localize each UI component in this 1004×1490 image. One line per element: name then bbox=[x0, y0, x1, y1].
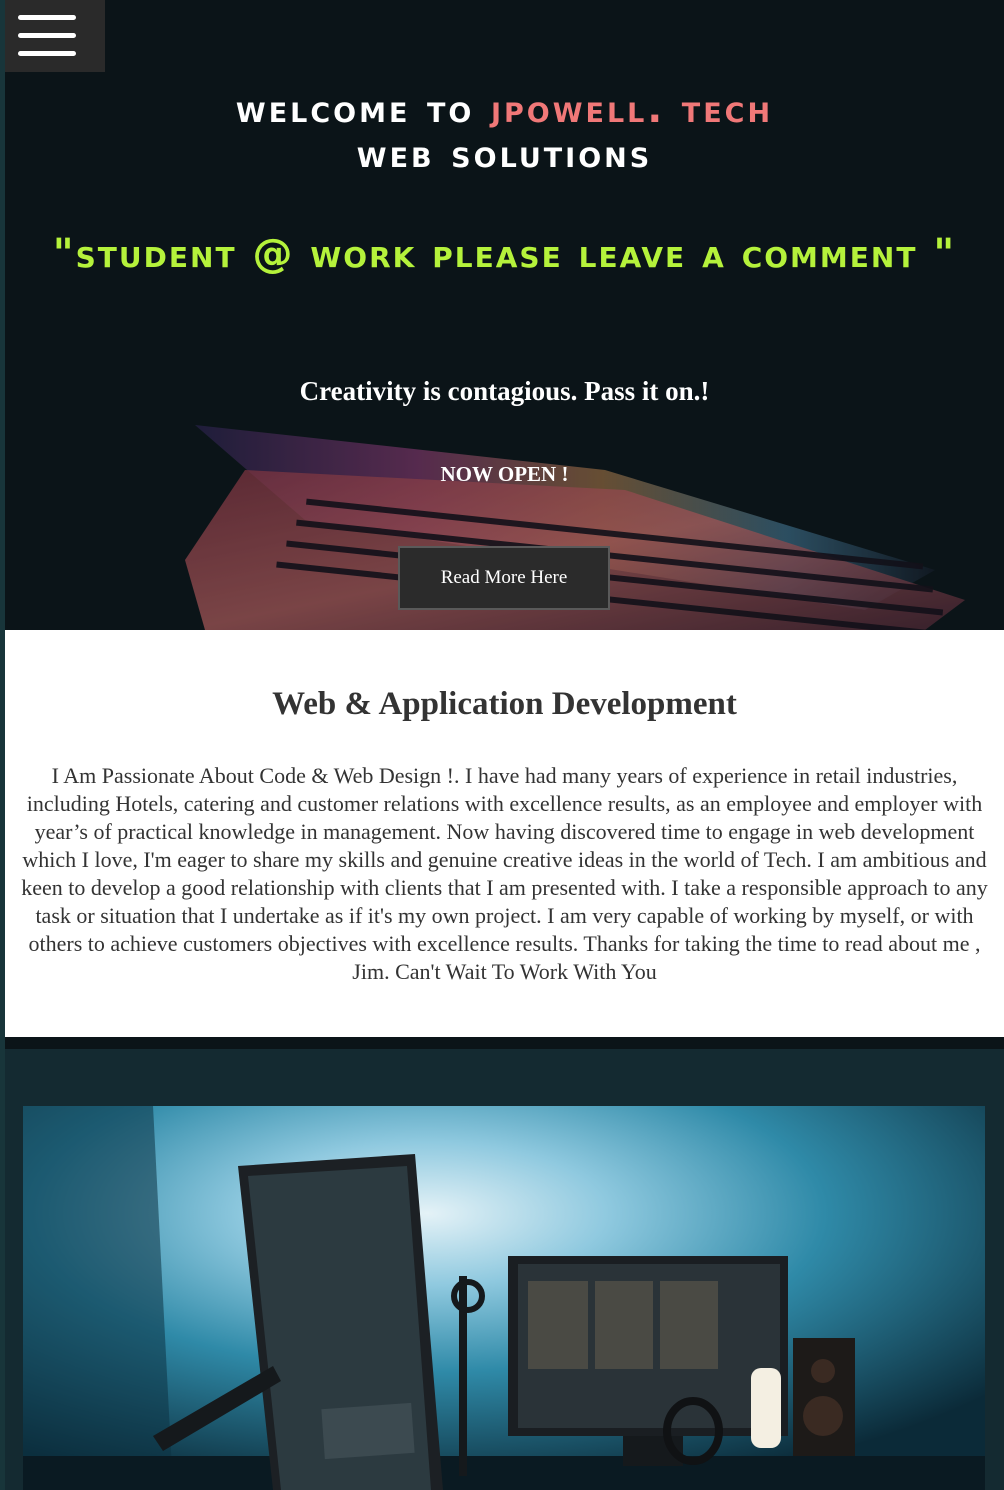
workspace-section bbox=[5, 1049, 1004, 1490]
hero-title-prefix: Welcome to bbox=[235, 87, 491, 132]
status-text: NOW OPEN ! bbox=[440, 462, 569, 486]
hero-title-line2: Web Solutions bbox=[356, 132, 653, 177]
hero-title-line1: Welcome to JPowell. Tech bbox=[5, 88, 1004, 132]
hero-tagline: Creativity is contagious. Pass it on.! bbox=[299, 376, 710, 406]
about-section: Web & Application Development I Am Passi… bbox=[5, 630, 1004, 1037]
brand-name: JPowell. Tech bbox=[490, 87, 774, 132]
hero-section: Welcome to JPowell. Tech Web Solutions "… bbox=[5, 0, 1004, 630]
about-paragraph: I Am Passionate About Code & Web Design … bbox=[21, 763, 988, 984]
hamburger-menu-icon bbox=[18, 15, 76, 20]
menu-button[interactable] bbox=[5, 0, 105, 72]
workspace-photo bbox=[23, 1106, 985, 1490]
about-heading: Web & Application Development bbox=[272, 686, 737, 722]
read-more-button[interactable]: Read More Here bbox=[398, 546, 610, 610]
section-divider bbox=[5, 1037, 1004, 1049]
hero-quote: "Student @ Work please leave a comment " bbox=[52, 231, 957, 277]
